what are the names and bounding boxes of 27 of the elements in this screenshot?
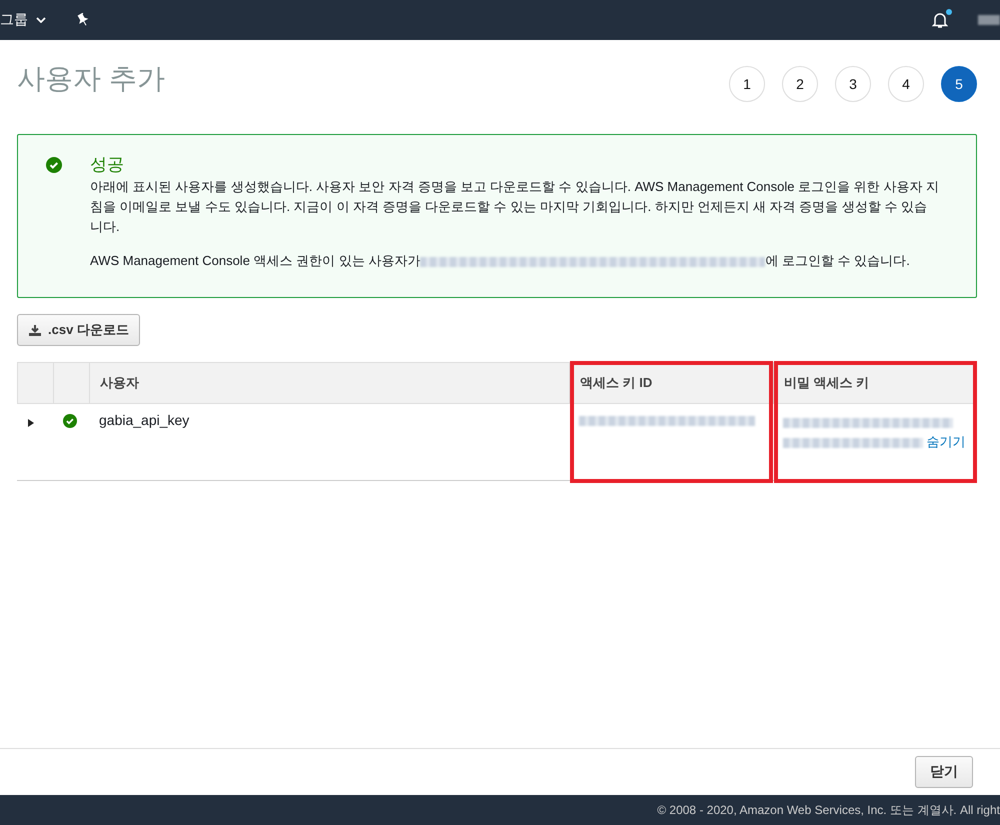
wizard-step[interactable]: 3 (835, 66, 871, 102)
column-label: 사용자 (100, 374, 139, 392)
login-text: 에 로그인할 수 있습니다. (765, 253, 910, 268)
redacted-username (978, 15, 1000, 25)
alert-message: 아래에 표시된 사용자를 생성했습니다. 사용자 보안 자격 증명을 보고 다운로드할 수 있습니다. AWS Management Console 로그인을 위한 사용자 지침을 이메일로 보낼 수도 있습니다. 지금이 이 자격 증명을 다운로드할 수 있는 마지막 기회입니다. 하지만 언제든지 새 자격 증명을 생성할 수 있습니다. (90, 178, 940, 236)
caret-right-icon[interactable] (27, 418, 35, 428)
wizard-step[interactable]: 4 (888, 66, 924, 102)
user-name: gabia_api_key (99, 412, 190, 428)
check-circle-icon (63, 414, 77, 428)
download-icon (28, 324, 42, 336)
pin-icon[interactable] (76, 13, 90, 27)
login-text: AWS Management Console 액세스 권한이 있는 사용자가 (90, 253, 420, 268)
download-csv-button[interactable]: .csv 다운로드 (17, 314, 140, 346)
hide-link[interactable]: 숨기기 (926, 434, 966, 449)
table-header (17, 362, 53, 404)
chevron-down-icon (36, 17, 46, 23)
group-menu[interactable]: 그룹 (0, 11, 46, 29)
alert-title: 성공 (90, 155, 125, 175)
column-label: 액세스 키 ID (580, 374, 652, 392)
close-button[interactable]: 닫기 (915, 756, 973, 788)
copyright-text: © 2008 - 2020, Amazon Web Services, Inc. 또는 계열사. All right (657, 802, 1000, 818)
wizard-step[interactable]: 5 (941, 66, 977, 102)
page-title: 사용자 추가 (17, 62, 165, 96)
wizard-step[interactable]: 2 (782, 66, 818, 102)
wizard-step[interactable]: 1 (729, 66, 765, 102)
column-label: 비밀 액세스 키 (784, 374, 870, 392)
check-circle-icon (46, 157, 62, 173)
